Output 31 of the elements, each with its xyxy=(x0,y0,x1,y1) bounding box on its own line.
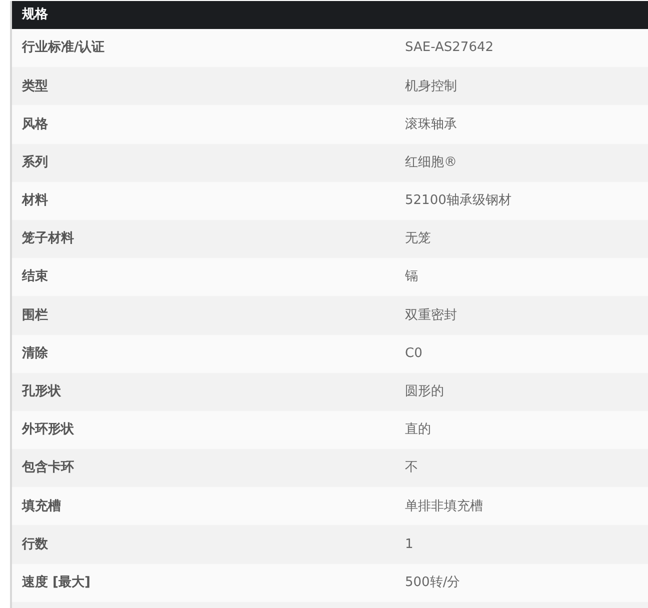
spec-label: 材料 xyxy=(20,192,49,210)
spec-value: 无笼 xyxy=(405,230,431,248)
spec-label: 包含卡环 xyxy=(20,459,75,478)
spec-label: 风格 xyxy=(21,116,49,134)
spec-label: 外环形状 xyxy=(20,421,75,440)
spec-value: 圆形的 xyxy=(405,383,444,402)
spec-value: C0 xyxy=(405,344,422,363)
spec-value: 52100轴承级钢材 xyxy=(405,192,512,210)
spec-label: 笼子材料 xyxy=(21,230,75,248)
spec-label: 孔形状 xyxy=(20,383,62,402)
spec-label: 清除 xyxy=(21,344,49,363)
spec-label: 速度 [最大] xyxy=(21,574,92,592)
spec-label: 结束 xyxy=(20,268,49,286)
spec-value: 单排非填充槽 xyxy=(405,498,483,516)
spec-value: 机身控制 xyxy=(405,78,457,96)
spec-value: 镉 xyxy=(405,268,418,286)
spec-value: 1 xyxy=(405,536,414,554)
spec-value: 滚珠轴承 xyxy=(405,116,457,134)
spec-value: 不 xyxy=(405,459,418,478)
table-title: 规格 xyxy=(22,6,48,24)
spec-value: 红细胞® xyxy=(405,154,457,172)
spec-value: 500转/分 xyxy=(405,574,460,592)
spec-value: SAE-AS27642 xyxy=(405,39,494,58)
spec-label: 填充槽 xyxy=(20,498,62,516)
spec-value: 双重密封 xyxy=(405,306,457,325)
spec-label: 围栏 xyxy=(21,306,49,325)
spec-label: 行业标准/认证 xyxy=(20,39,106,58)
spec-value: 直的 xyxy=(405,421,431,440)
spec-label: 类型 xyxy=(20,78,49,96)
spec-label: 行数 xyxy=(20,536,49,554)
spec-label: 系列 xyxy=(21,154,49,172)
